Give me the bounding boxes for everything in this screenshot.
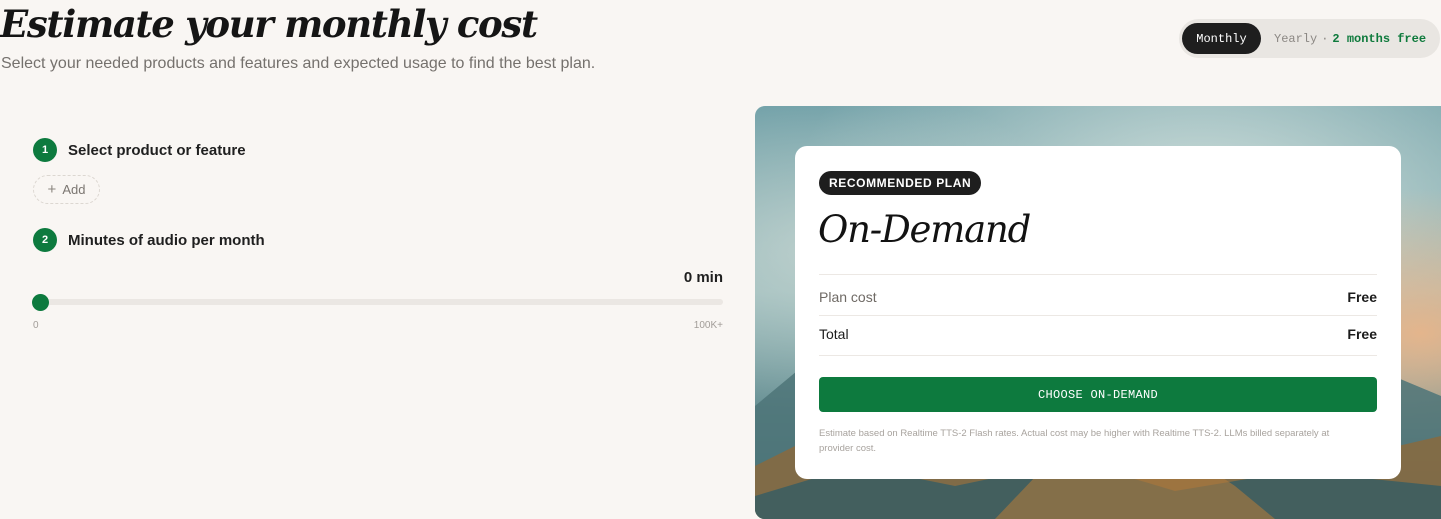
- page-subtitle: Select your needed products and features…: [1, 55, 596, 72]
- plus-icon: +: [47, 181, 57, 198]
- minutes-value: 0 min: [683, 269, 723, 286]
- minutes-slider-thumb[interactable]: [32, 294, 49, 311]
- slider-max-label: 100K+: [693, 320, 723, 331]
- toggle-monthly-button[interactable]: Monthly: [1182, 23, 1261, 54]
- plan-name: On-Demand: [818, 208, 1031, 251]
- billing-period-toggle: Monthly Yearly · 2 months free: [1179, 19, 1440, 58]
- divider: [819, 274, 1377, 275]
- toggle-yearly-button[interactable]: Yearly · 2 months free: [1274, 32, 1426, 46]
- total-value: Free: [1347, 326, 1377, 342]
- separator-dot: ·: [1321, 31, 1329, 46]
- add-button-label: Add: [62, 182, 86, 197]
- step-minutes: 2 Minutes of audio per month: [33, 228, 265, 252]
- plan-cost-value: Free: [1347, 289, 1377, 305]
- plan-cost-label: Plan cost: [819, 289, 877, 305]
- step-label: Minutes of audio per month: [68, 231, 265, 249]
- page-title: Estimate your monthly cost: [0, 2, 538, 46]
- total-label: Total: [819, 326, 849, 342]
- divider: [819, 315, 1377, 316]
- slider-min-label: 0: [33, 320, 39, 331]
- recommended-plan-badge: RECOMMENDED PLAN: [819, 171, 982, 195]
- step-select-product: 1 Select product or feature: [33, 138, 246, 162]
- divider: [819, 355, 1377, 356]
- yearly-promo-label: 2 months free: [1332, 31, 1427, 46]
- step-number-badge: 2: [33, 228, 57, 252]
- recommended-plan-card: RECOMMENDED PLAN On-Demand Plan cost Fre…: [795, 146, 1401, 479]
- add-product-button[interactable]: + Add: [33, 175, 100, 204]
- estimate-disclaimer: Estimate based on Realtime TTS-2 Flash r…: [819, 428, 1330, 454]
- step-label: Select product or feature: [68, 141, 246, 159]
- step-number-badge: 1: [33, 138, 57, 162]
- yearly-label: Yearly: [1274, 31, 1318, 46]
- choose-plan-button[interactable]: CHOOSE ON-DEMAND: [819, 377, 1377, 412]
- minutes-slider-track[interactable]: [34, 299, 723, 305]
